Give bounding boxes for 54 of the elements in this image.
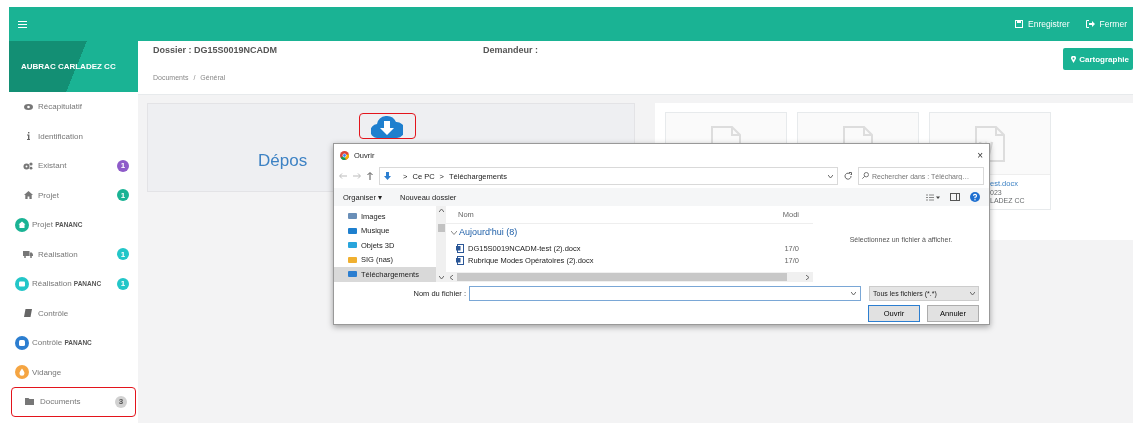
- upload-button[interactable]: [358, 113, 416, 139]
- menu-icon[interactable]: [18, 20, 27, 28]
- document-icon: [456, 243, 464, 253]
- info-icon: [26, 132, 30, 141]
- scrollbar-thumb[interactable]: [437, 224, 445, 232]
- count-badge: 1: [117, 277, 129, 290]
- home-icon: [23, 191, 33, 200]
- view-options-icon[interactable]: [926, 193, 940, 201]
- app-icon: [340, 150, 349, 160]
- gears-icon: [23, 161, 33, 170]
- sidebar-item[interactable]: Vidange: [9, 357, 138, 387]
- up-arrow-icon[interactable]: [367, 172, 373, 180]
- search-icon: [862, 172, 869, 179]
- scrollbar-thumb[interactable]: [457, 273, 787, 281]
- count-badge: 1: [117, 189, 129, 202]
- scrollbar[interactable]: [436, 206, 446, 282]
- sidebar-item[interactable]: Récapitulatif: [9, 92, 138, 122]
- truck-icon: [23, 250, 33, 258]
- sidebar-item[interactable]: Projet 1: [9, 180, 138, 210]
- help-icon[interactable]: [970, 192, 980, 202]
- scroll-up-icon[interactable]: [438, 209, 444, 212]
- preview-pane-icon[interactable]: [950, 193, 960, 201]
- group-header[interactable]: Aujourd'hui (8): [459, 227, 518, 237]
- applicant-label: Demandeur :: [483, 44, 538, 57]
- sidebar-item[interactable]: Contrôle: [9, 298, 138, 328]
- drop-zone-text: Dépos: [258, 151, 308, 171]
- dossier-title: Dossier : DG15S0019NCADM: [153, 45, 279, 55]
- chevron-down-icon[interactable]: [451, 231, 457, 235]
- map-pin-icon: [1071, 55, 1077, 63]
- chevron-down-icon: [970, 292, 975, 295]
- close-button[interactable]: ×: [977, 149, 983, 161]
- count-badge: 1: [117, 159, 129, 172]
- save-icon: [1015, 20, 1024, 28]
- count-badge: 3: [115, 395, 127, 408]
- sidebar-item[interactable]: Réalisation 1: [9, 239, 138, 269]
- organization-name: AUBRAC CARLADEZ CC: [21, 62, 116, 71]
- scroll-down-icon[interactable]: [438, 276, 444, 279]
- sidebar-item[interactable]: Existant 1: [9, 151, 138, 181]
- document-icon: [456, 255, 464, 265]
- scrollbar[interactable]: [446, 272, 813, 282]
- cloud-download-icon: [371, 114, 403, 138]
- filename-field[interactable]: [469, 286, 861, 301]
- sidebar-item[interactable]: Documents 3: [11, 387, 136, 417]
- chevron-down-icon[interactable]: [828, 174, 833, 178]
- book-icon: [24, 309, 32, 318]
- refresh-icon[interactable]: [844, 172, 852, 180]
- scroll-left-icon[interactable]: [450, 274, 453, 280]
- chevron-down-icon[interactable]: [851, 292, 856, 295]
- count-badge: 1: [117, 248, 129, 261]
- folder-icon: [25, 398, 35, 406]
- scroll-right-icon[interactable]: [806, 274, 809, 280]
- sign-out-icon: [1085, 20, 1095, 28]
- sidebar-item[interactable]: Identification: [9, 121, 138, 151]
- eye-icon: [23, 103, 33, 110]
